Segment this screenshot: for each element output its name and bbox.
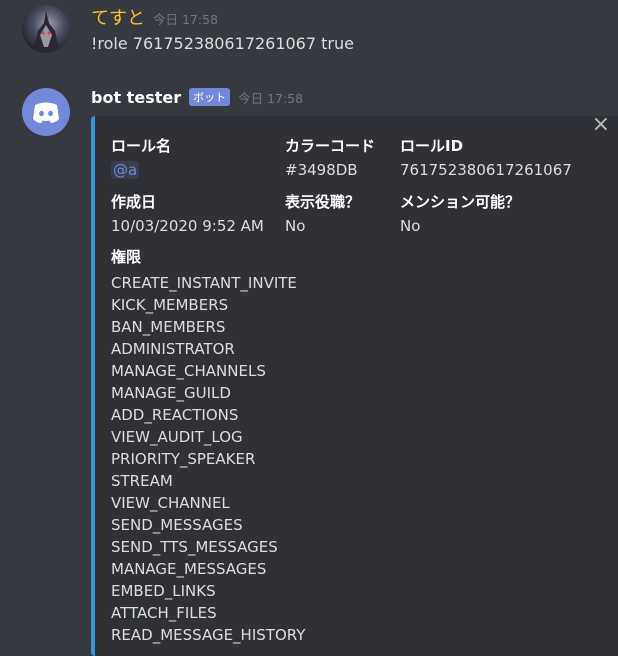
field-role-id: ロールID 761752380617261067	[400, 136, 572, 180]
field-role-name: ロール名 @a	[111, 136, 171, 180]
permission-item: PRIORITY_SPEAKER	[111, 450, 256, 468]
permission-item: EMBED_LINKS	[111, 582, 216, 600]
field-name: メンション可能？	[400, 193, 521, 211]
field-name: ロール名	[111, 137, 172, 155]
user-avatar[interactable]	[22, 5, 70, 53]
timestamp: 今日 17:58	[153, 12, 218, 27]
role-mention[interactable]: @a	[111, 161, 140, 179]
permission-item: READ_MESSAGE_HISTORY	[111, 626, 306, 644]
permissions-title: 権限	[111, 248, 142, 266]
permission-item: CREATE_INSTANT_INVITE	[111, 274, 297, 292]
message-content: !role 761752380617261067 true	[91, 34, 354, 53]
field-name: 作成日	[111, 193, 157, 211]
discord-logo-icon	[33, 102, 59, 123]
close-icon[interactable]: ×	[592, 114, 610, 136]
field-name: ロールID	[400, 137, 464, 155]
field-value: #3498DB	[285, 161, 358, 179]
field-name: 表示役職？	[285, 193, 361, 211]
permission-item: VIEW_CHANNEL	[111, 494, 230, 512]
permission-item: MANAGE_MESSAGES	[111, 560, 267, 578]
permission-item: ADMINISTRATOR	[111, 340, 235, 358]
field-color-code: カラーコード #3498DB	[285, 136, 375, 180]
permission-item: SEND_MESSAGES	[111, 516, 243, 534]
field-value: No	[285, 217, 306, 235]
permission-item: VIEW_AUDIT_LOG	[111, 428, 243, 446]
bot-tag: ボット	[189, 88, 231, 106]
permission-item: MANAGE_CHANNELS	[111, 362, 266, 380]
field-value: 761752380617261067	[400, 161, 572, 179]
permission-item: STREAM	[111, 472, 173, 490]
field-name: カラーコード	[285, 137, 376, 155]
message-2: bot tester ボット 今日 17:58 × ロール名 @a カラーコード…	[0, 80, 618, 656]
permission-item: MANAGE_GUILD	[111, 384, 231, 402]
field-mentionable: メンション可能？ No	[400, 192, 520, 236]
permission-item: ATTACH_FILES	[111, 604, 217, 622]
embed: × ロール名 @a カラーコード #3498DB ロールID 761752380…	[91, 114, 618, 656]
permission-item: KICK_MEMBERS	[111, 296, 229, 314]
username[interactable]: てすと	[91, 4, 145, 30]
permission-item: ADD_REACTIONS	[111, 406, 239, 424]
timestamp: 今日 17:58	[238, 91, 304, 106]
field-created-at: 作成日 10/03/2020 9:52 AM	[111, 192, 264, 236]
bot-avatar[interactable]	[22, 88, 70, 136]
message-1: てすと 今日 17:58 !role 761752380617261067 tr…	[0, 0, 618, 78]
permission-item: BAN_MEMBERS	[111, 318, 226, 336]
field-value: No	[400, 217, 421, 235]
field-value: 10/03/2020 9:52 AM	[111, 217, 264, 235]
permission-item: SEND_TTS_MESSAGES	[111, 538, 278, 556]
permissions-list: CREATE_INSTANT_INVITE KICK_MEMBERS BAN_M…	[111, 272, 305, 646]
bot-username[interactable]: bot tester	[91, 88, 181, 107]
field-hoist: 表示役職？ No	[285, 192, 360, 236]
